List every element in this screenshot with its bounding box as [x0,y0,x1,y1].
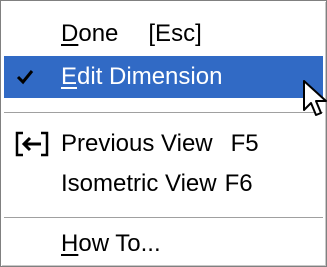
menu-item-done-shortcut: [Esc] [148,20,202,47]
menu-item-done[interactable]: Done [Esc] [4,13,323,55]
menu-item-edit-dimension[interactable]: Edit Dimension [4,56,323,98]
menu-item-how-to[interactable]: How To... [4,223,323,265]
menu-item-done-label: Done [Esc] [61,20,202,47]
context-menu: Done [Esc] Edit Dimension Previous View F5… [0,0,327,267]
previous-view-icon [10,129,54,159]
menu-item-previous-view-label: Previous View F5 [61,130,259,157]
menu-item-isometric-view[interactable]: Isometric View F6 [4,163,323,205]
menu-item-how-to-label: How To... [61,230,161,257]
menu-item-isometric-view-label: Isometric View F6 [61,170,253,197]
checkmark-icon [11,63,39,91]
menu-separator [4,112,323,114]
menu-item-isometric-view-shortcut: F6 [224,170,253,197]
menu-item-previous-view-shortcut: F5 [230,130,259,157]
mouse-pointer-icon [303,80,327,116]
menu-item-edit-dimension-label: Edit Dimension [61,63,223,90]
menu-item-previous-view[interactable]: Previous View F5 [4,123,323,165]
menu-separator [4,217,323,219]
